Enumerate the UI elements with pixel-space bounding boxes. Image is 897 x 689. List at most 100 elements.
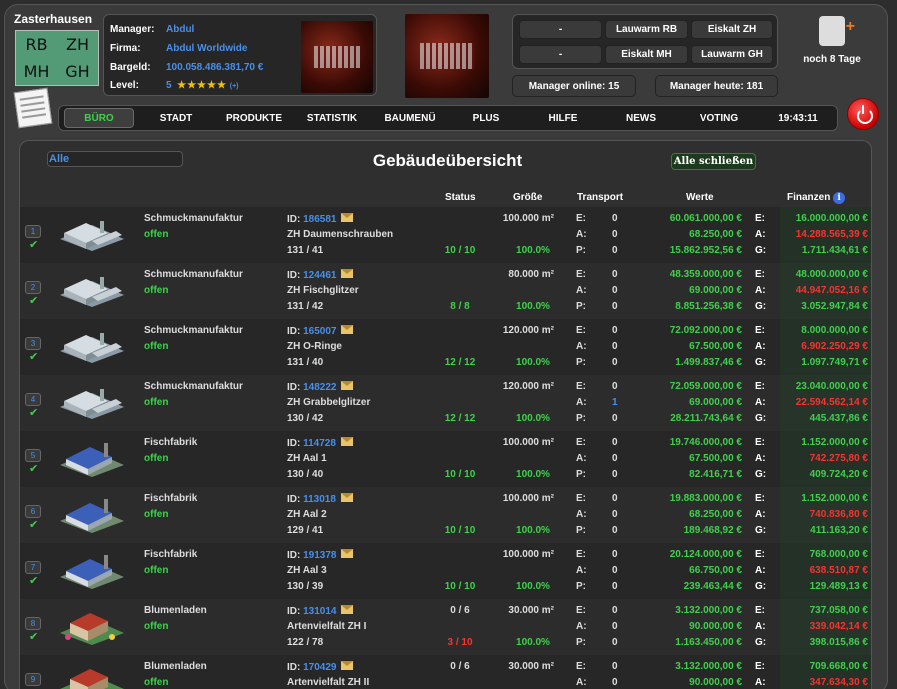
city-map[interactable]: RB ZH MH GH [15, 30, 99, 86]
nav-produkte[interactable]: PRODUKTE [219, 108, 289, 128]
row-number-badge[interactable]: 5 [25, 449, 41, 462]
nav-voting[interactable]: VOTING [684, 108, 754, 128]
building-name[interactable]: Artenvielfalt ZH I [287, 621, 366, 632]
nav-baumenue[interactable]: BAUMENÜ [375, 108, 445, 128]
notepad-icon[interactable] [13, 87, 53, 129]
building-name[interactable]: ZH Fischglitzer [287, 285, 359, 296]
factory-icon[interactable] [56, 213, 128, 253]
mail-icon[interactable] [340, 493, 353, 502]
mail-icon[interactable] [341, 325, 354, 334]
transport-label: P: [576, 637, 586, 648]
building-type: Fischfabrik [144, 437, 198, 448]
price-button-5[interactable]: Eiskalt MH [605, 45, 688, 64]
fish-factory-icon[interactable] [56, 493, 128, 533]
building-name[interactable]: ZH Aal 2 [287, 509, 327, 520]
building-overview-panel: Alle Gebäudeübersicht Alle schließen Sta… [19, 140, 872, 689]
transport-value: 0 [612, 245, 618, 256]
building-id-link[interactable]: 148222 [303, 382, 336, 393]
level-extra-link[interactable]: (+) [230, 83, 239, 90]
transport-label: P: [576, 469, 586, 480]
building-id-link[interactable]: 114728 [303, 438, 336, 449]
col-transport: Transport [577, 192, 624, 203]
transport-value: 0 [612, 213, 618, 224]
mail-icon[interactable] [340, 437, 353, 446]
price-button-2[interactable]: Lauwarm RB [605, 20, 688, 39]
building-type: Blumenladen [144, 605, 207, 616]
row-number-badge[interactable]: 9 [25, 673, 41, 686]
building-id-link[interactable]: 186581 [303, 214, 336, 225]
building-id-link[interactable]: 191378 [303, 550, 336, 561]
mail-icon[interactable] [341, 381, 354, 390]
price-button-6[interactable]: Lauwarm GH [691, 45, 773, 64]
row-number-badge[interactable]: 7 [25, 561, 41, 574]
finance-label: G: [755, 245, 767, 256]
row-number-badge[interactable]: 6 [25, 505, 41, 518]
info-icon[interactable]: i [833, 192, 846, 204]
building-id-link[interactable]: 131014 [303, 606, 336, 617]
managers-online[interactable]: Manager online: 15 [512, 75, 636, 97]
nav-statistik[interactable]: STATISTIK [297, 108, 367, 128]
transport-label: E: [576, 325, 586, 336]
building-filter-select[interactable]: Alle [47, 151, 183, 167]
building-name[interactable]: ZH Grabbelglitzer [287, 397, 370, 408]
mail-icon[interactable] [341, 213, 354, 222]
price-button-1[interactable]: - [519, 20, 602, 39]
building-name[interactable]: ZH Daumenschrauben [287, 229, 393, 240]
building-id-link[interactable]: 124461 [303, 270, 336, 281]
nav-hilfe[interactable]: HILFE [528, 108, 598, 128]
building-id-link[interactable]: 113018 [303, 494, 336, 505]
fish-factory-icon[interactable] [56, 549, 128, 589]
fish-factory-icon[interactable] [56, 437, 128, 477]
flower-shop-icon[interactable] [56, 605, 128, 645]
row-number-badge[interactable]: 8 [25, 617, 41, 630]
row-number-badge[interactable]: 1 [25, 225, 41, 238]
building-id-link[interactable]: 165007 [303, 326, 336, 337]
clock: 19:43:11 [778, 112, 818, 124]
finance-label: E: [755, 437, 765, 448]
logout-power-icon[interactable] [847, 98, 879, 130]
finance-label: A: [755, 565, 766, 576]
factory-icon[interactable] [56, 325, 128, 365]
row-number-badge[interactable]: 2 [25, 281, 41, 294]
value-cell: 67.500,00 € [689, 341, 742, 352]
price-button-3[interactable]: Eiskalt ZH [691, 20, 773, 39]
premium-icon[interactable] [819, 16, 855, 46]
building-name[interactable]: ZH Aal 1 [287, 453, 327, 464]
mail-icon[interactable] [341, 661, 354, 670]
building-name[interactable]: Artenvielfalt ZH II [287, 677, 369, 688]
nav-buero[interactable]: BÜRO [64, 108, 134, 128]
nav-stadt[interactable]: STADT [141, 108, 211, 128]
finance-cell: 22.594.562,14 € [795, 397, 868, 408]
price-button-4[interactable]: - [519, 45, 602, 64]
finance-label: G: [755, 581, 767, 592]
manager-avatar[interactable] [405, 14, 489, 98]
building-name[interactable]: ZH Aal 3 [287, 565, 327, 576]
mail-icon[interactable] [341, 549, 354, 558]
value-cell: 20.124.000,00 € [669, 549, 742, 560]
factory-icon[interactable] [56, 381, 128, 421]
row-number-badge[interactable]: 4 [25, 393, 41, 406]
row-number-badge[interactable]: 3 [25, 337, 41, 350]
manager-name-link[interactable]: Abdul [166, 24, 194, 35]
premium-notification[interactable]: noch 8 Tage [800, 14, 864, 65]
transport-value: 0 [612, 493, 618, 504]
factory-icon[interactable] [56, 269, 128, 309]
transport-value: 0 [612, 621, 618, 632]
managers-today[interactable]: Manager heute: 181 [655, 75, 778, 97]
building-row: 2 ✔ Schmuckmanufaktur offen ID: 124461 ZH Fis… [20, 263, 871, 319]
nav-plus[interactable]: PLUS [451, 108, 521, 128]
mail-icon[interactable] [341, 269, 354, 278]
value-cell: 3.132.000,00 € [675, 661, 742, 672]
building-id-link[interactable]: 170429 [303, 662, 336, 673]
transport-value: 0 [612, 637, 618, 648]
flower-shop-icon[interactable] [56, 661, 128, 689]
close-all-button[interactable]: Alle schließen [671, 153, 756, 170]
building-type: Schmuckmanufaktur [144, 213, 243, 224]
value-cell: 28.211.743,64 € [670, 413, 742, 424]
mail-icon[interactable] [341, 605, 354, 614]
quality-percent: 100.0% [516, 525, 550, 536]
building-row: 6 ✔ Fischfabrik offen ID: 113018 ZH Aal 2 129 … [20, 487, 871, 543]
company-name-link[interactable]: Abdul Worldwide [166, 43, 247, 54]
building-name[interactable]: ZH O-Ringe [287, 341, 342, 352]
nav-news[interactable]: NEWS [606, 108, 676, 128]
